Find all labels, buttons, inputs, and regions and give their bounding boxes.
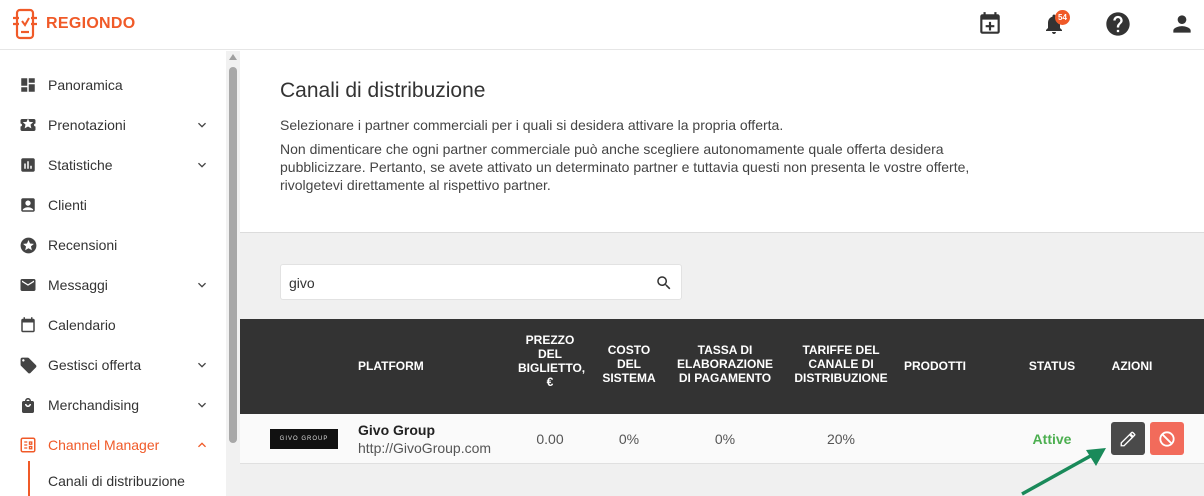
sidebar-item-channel-manager[interactable]: Channel Manager [0,425,226,465]
calendar-add-icon [980,12,1000,34]
column-header-status: STATUS [1028,359,1076,373]
sidebar-item-statistiche[interactable]: Statistiche [0,145,226,185]
user-icon [1173,15,1191,33]
scroll-up-arrow-icon[interactable] [229,54,237,60]
sidebar-item-label: Panoramica [48,77,123,93]
ticket-star-icon [18,115,38,135]
chevron-down-icon [198,402,206,408]
envelope-icon [18,275,38,295]
sidebar-item-messaggi[interactable]: Messaggi [0,265,226,305]
add-calendar-button[interactable] [972,6,1008,42]
partner-name: Givo Group [358,422,435,438]
regiondo-logo-icon [13,8,37,40]
user-account-button[interactable] [1164,6,1200,42]
chevron-down-icon [198,162,206,168]
shopping-bag-icon [18,395,38,415]
active-indicator [28,461,30,496]
page-title: Canali di distribuzione [280,79,486,102]
payment-fee-value: 0% [714,431,736,447]
regiondo-logo[interactable]: REGIONDO [12,8,136,40]
partner-url[interactable]: http://GivoGroup.com [358,440,491,456]
sidebar-item-label: Clienti [48,197,87,213]
help-icon [1106,12,1130,36]
sidebar-item-label: Calendario [48,317,116,333]
search-box [280,264,682,300]
page-note-text: Non dimenticare che ogni partner commerc… [280,141,970,193]
sidebar: Panoramica Prenotazioni Statistiche Clie… [0,51,226,496]
page-header-section: Canali di distribuzione Selezionare i pa… [240,51,1204,231]
tag-icon [18,355,38,375]
column-header-platform: PLATFORM [358,359,424,373]
chevron-down-icon [198,282,206,288]
system-cost-value: 0% [618,431,640,447]
table-header: PLATFORM PREZZO DEL BIGLIETTO, € COSTO D… [240,319,1204,414]
column-header-actions: AZIONI [1111,359,1153,373]
sidebar-item-label: Statistiche [48,157,113,173]
column-header-channel-fees: TARIFFE DEL CANALE DI DISTRIBUZIONE [794,343,888,385]
channel-icon [18,435,38,455]
sidebar-item-label: Prenotazioni [48,117,126,133]
notification-badge: 54 [1055,10,1070,25]
column-header-products: PRODOTTI [904,359,966,373]
notifications-button[interactable]: 54 [1036,6,1072,42]
sidebar-item-label: Recensioni [48,237,118,253]
help-button[interactable] [1100,6,1136,42]
column-header-ticket-price: PREZZO DEL BIGLIETTO, € [518,333,586,389]
brand-name: REGIONDO [46,15,136,32]
block-icon [1159,430,1175,447]
disable-partner-button[interactable] [1150,422,1184,455]
page-intro-text: Selezionare i partner commerciali per i … [280,117,784,133]
sidebar-scrollbar[interactable] [226,51,240,496]
calendar-icon [18,315,38,335]
sidebar-item-recensioni[interactable]: Recensioni [0,225,226,265]
channel-fees-value: 20% [826,431,856,447]
search-icon[interactable] [655,274,673,292]
search-input[interactable] [289,273,639,293]
sidebar-item-label: Gestisci offerta [48,357,142,373]
sidebar-subitem-canali-di-distribuzione[interactable]: Canali di distribuzione [0,461,226,496]
partner-logo: GIVO GROUP [270,429,338,449]
sidebar-item-label: Channel Manager [48,437,160,453]
pencil-icon [1120,431,1136,446]
chevron-up-icon [198,442,206,448]
chevron-down-icon [198,122,206,128]
sidebar-item-gestisci-offerta[interactable]: Gestisci offerta [0,345,226,385]
top-bar: REGIONDO 54 [0,0,1204,50]
contact-card-icon [18,195,38,215]
sidebar-subitem-label: Canali di distribuzione [48,473,185,489]
scrollbar-thumb[interactable] [229,67,237,443]
bar-chart-icon [18,155,38,175]
column-header-payment-fee: TASSA DI ELABORAZIONE DI PAGAMENTO [677,343,773,385]
sidebar-item-label: Merchandising [48,397,140,413]
sidebar-item-prenotazioni[interactable]: Prenotazioni [0,105,226,145]
sidebar-item-merchandising[interactable]: Merchandising [0,385,226,425]
sidebar-item-label: Messaggi [48,277,108,293]
sidebar-item-calendario[interactable]: Calendario [0,305,226,345]
sidebar-item-clienti[interactable]: Clienti [0,185,226,225]
partner-logo-text: GIVO GROUP [279,436,329,442]
dashboard-icon [18,75,38,95]
sidebar-item-panoramica[interactable]: Panoramica [0,65,226,105]
star-circle-icon [18,235,38,255]
column-header-system-cost: COSTO DEL SISTEMA [602,343,656,385]
chevron-down-icon [198,362,206,368]
ticket-price-value: 0.00 [536,431,564,447]
annotation-arrow-icon [1021,448,1106,496]
